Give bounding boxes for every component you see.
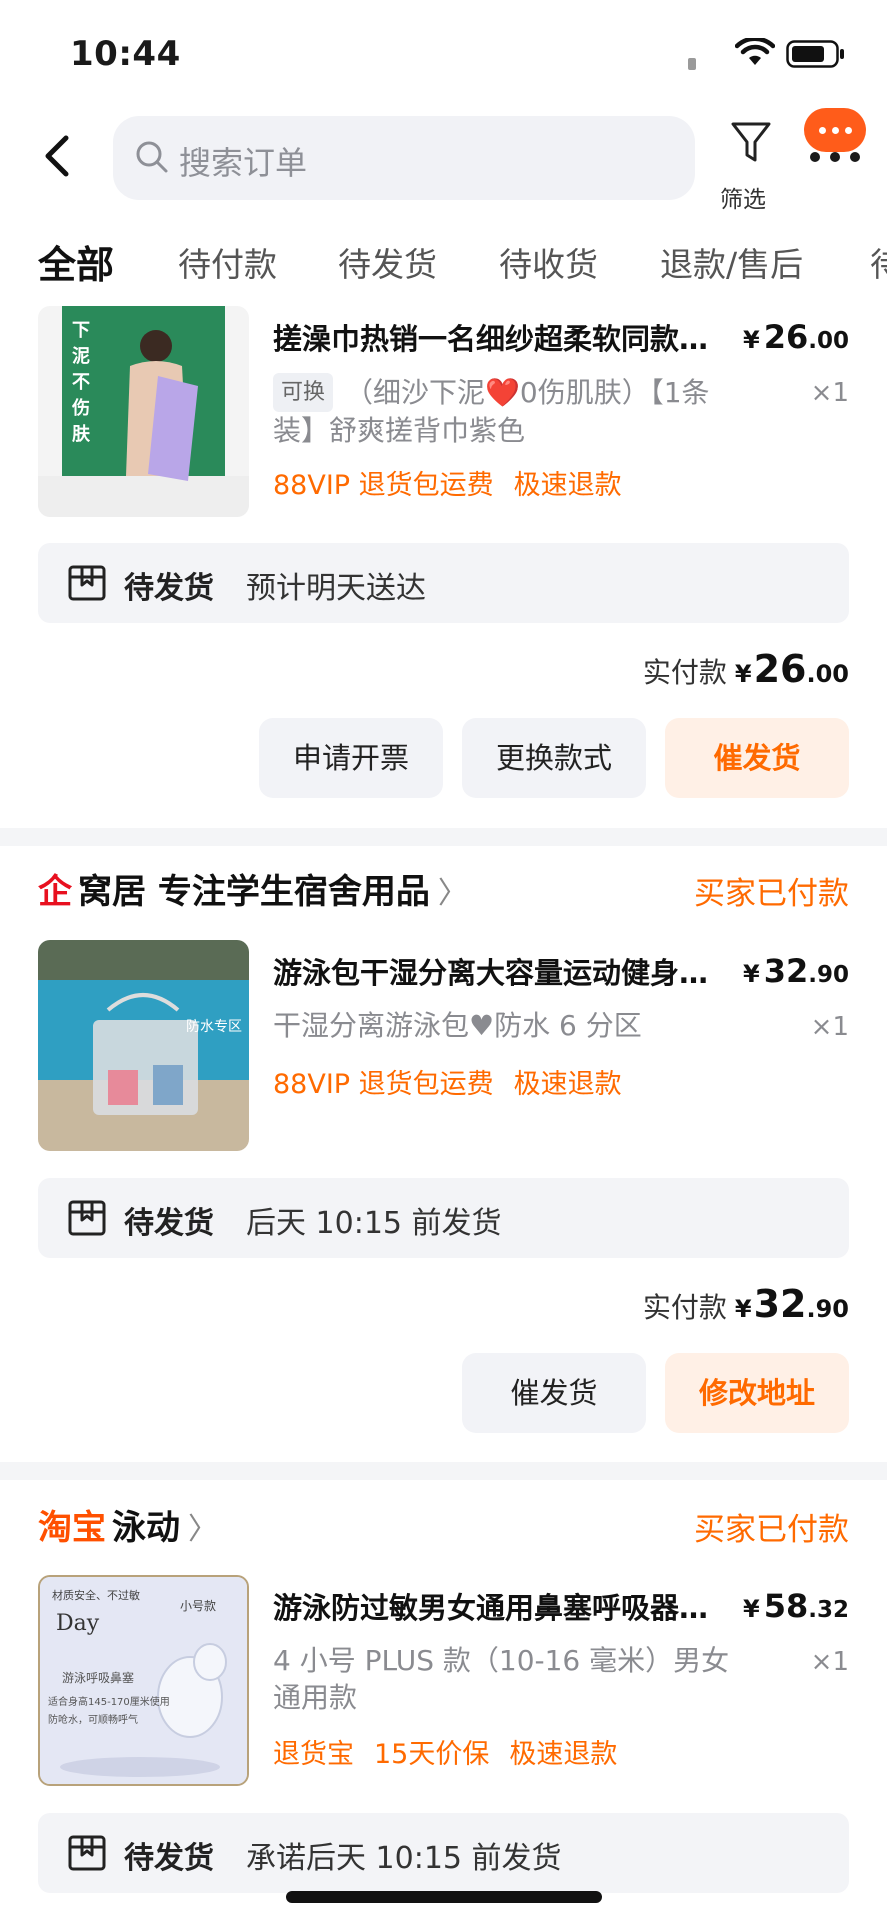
chevron-right-icon: 〉 bbox=[437, 876, 468, 911]
tag-price-protection: 15天价保 bbox=[374, 1739, 490, 1770]
amount-paid: 实付款 ¥26.00 bbox=[642, 647, 849, 691]
search-placeholder: 搜索订单 bbox=[179, 144, 308, 182]
service-tags: 88VIP 退货包运费 极速退款 bbox=[273, 1062, 642, 1101]
product-thumbnail[interactable]: 防水专区 bbox=[38, 940, 249, 1151]
product-title[interactable]: 游泳包干湿分离大容量运动健身收纳包 bbox=[273, 950, 723, 992]
tag-fast-refund: 极速退款 bbox=[513, 1069, 622, 1100]
order-divider bbox=[0, 828, 887, 846]
product-spec: 可换 （细沙下泥❤️0伤肌肤）【1条装】舒爽搓背巾紫色 bbox=[273, 373, 743, 449]
urge-shipment-button[interactable]: 催发货 bbox=[462, 1353, 646, 1433]
search-input[interactable]: 搜索订单 bbox=[113, 116, 695, 200]
tab-pending-shipment[interactable]: 待发货 bbox=[338, 238, 437, 286]
thumb-caption: 防水专区 bbox=[186, 1019, 242, 1035]
tab-all[interactable]: 全部 bbox=[38, 234, 114, 289]
tag-fast-refund: 极速退款 bbox=[513, 470, 622, 501]
ship-status: 待发货 bbox=[124, 1841, 214, 1876]
filter-button[interactable]: 筛选 bbox=[720, 120, 780, 213]
order-status: 买家已付款 bbox=[694, 1512, 849, 1548]
ship-desc: 承诺后天 10:15 前发货 bbox=[246, 1841, 562, 1876]
product-price: ¥26.00 bbox=[743, 318, 849, 356]
wifi-icon bbox=[735, 38, 775, 65]
tag-88vip-return: 88VIP 退货包运费 bbox=[273, 470, 494, 501]
shipping-status-bar[interactable]: 待发货 后天 10:15 前发货 bbox=[38, 1178, 849, 1258]
product-quantity: ×1 bbox=[810, 1647, 849, 1677]
shipping-status-bar[interactable]: 待发货 预计明天送达 bbox=[38, 543, 849, 623]
order-status: 买家已付款 bbox=[694, 876, 849, 912]
product-thumbnail[interactable]: 材质安全、不过敏 小号款 Day 游泳呼吸鼻塞 适合身高145-170厘米使用 … bbox=[38, 1575, 249, 1786]
modify-address-button[interactable]: 修改地址 bbox=[665, 1353, 849, 1433]
product-quantity: ×1 bbox=[810, 1012, 849, 1042]
request-invoice-button[interactable]: 申请开票 bbox=[259, 718, 443, 798]
ship-status: 待发货 bbox=[124, 1206, 214, 1241]
status-time: 10:44 bbox=[70, 34, 181, 74]
package-icon bbox=[68, 1200, 106, 1236]
battery-icon bbox=[786, 40, 844, 68]
thumb-line: 游泳呼吸鼻塞 bbox=[62, 1671, 135, 1685]
change-style-button[interactable]: 更换款式 bbox=[462, 718, 646, 798]
status-bar: 10:44 bbox=[0, 0, 887, 100]
shop-header[interactable]: 淘宝 泳动〉 买家已付款 bbox=[38, 1500, 849, 1550]
ship-status: 待发货 bbox=[124, 571, 214, 606]
tag-fast-refund: 极速退款 bbox=[509, 1739, 618, 1770]
message-bubble-icon bbox=[804, 108, 866, 152]
product-quantity: ×1 bbox=[810, 378, 849, 408]
shop-name[interactable]: 淘宝 泳动〉 bbox=[38, 1500, 218, 1549]
ship-desc: 预计明天送达 bbox=[246, 571, 426, 606]
shop-name[interactable]: 企窝居 专注学生宿舍用品〉 bbox=[38, 864, 468, 913]
thumb-line: 适合身高145-170厘米使用 bbox=[48, 1697, 170, 1708]
product-title[interactable]: 游泳防过敏男女通用鼻塞呼吸器鼻夹 bbox=[273, 1585, 723, 1627]
back-arrow-icon[interactable] bbox=[38, 132, 78, 180]
thumb-line: 防呛水，可顺畅呼气 bbox=[48, 1715, 138, 1726]
amount-paid: 实付款 ¥32.90 bbox=[642, 1282, 849, 1326]
search-icon bbox=[136, 141, 168, 173]
tab-overflow[interactable]: 待 bbox=[870, 238, 887, 286]
product-title[interactable]: 搓澡巾热销一名细纱超柔软同款磨砂搓泥神器 bbox=[273, 316, 723, 358]
urge-shipment-button[interactable]: 催发货 bbox=[665, 718, 849, 798]
messages-button[interactable] bbox=[800, 108, 872, 170]
cellular-signal-icon bbox=[688, 58, 696, 70]
package-icon bbox=[68, 1835, 106, 1871]
package-icon bbox=[68, 565, 106, 601]
thumb-caption: 下泥不伤肤 bbox=[72, 320, 90, 445]
product-thumbnail[interactable]: 下泥不伤肤 bbox=[38, 306, 249, 517]
search-header: 搜索订单 筛选 bbox=[0, 108, 887, 213]
tab-refund-aftersale[interactable]: 退款/售后 bbox=[660, 238, 803, 286]
filter-label: 筛选 bbox=[720, 187, 766, 213]
thumb-line: 材质安全、不过敏 bbox=[52, 1589, 140, 1602]
shop-header[interactable]: 企窝居 专注学生宿舍用品〉 买家已付款 bbox=[38, 864, 849, 914]
home-indicator[interactable] bbox=[286, 1891, 602, 1903]
thumb-line: Day bbox=[56, 1611, 100, 1636]
ship-desc: 后天 10:15 前发货 bbox=[246, 1206, 502, 1241]
service-tags: 退货宝 15天价保 极速退款 bbox=[273, 1732, 637, 1771]
chevron-right-icon: 〉 bbox=[188, 1512, 218, 1547]
taobao-logo: 淘宝 bbox=[38, 1508, 106, 1548]
filter-icon bbox=[731, 122, 771, 162]
product-image bbox=[38, 940, 249, 1151]
tab-pending-receipt[interactable]: 待收货 bbox=[499, 238, 598, 286]
enterprise-shop-icon: 企 bbox=[38, 872, 72, 912]
product-price: ¥32.90 bbox=[743, 952, 849, 990]
product-spec: 4 小号 PLUS 款（10-16 毫米）男女通用款 bbox=[273, 1644, 730, 1714]
order-tabs: 全部 待付款 待发货 待收货 退款/售后 待 bbox=[0, 232, 887, 292]
tab-pending-payment[interactable]: 待付款 bbox=[178, 238, 277, 286]
product-price: ¥58.32 bbox=[743, 1587, 849, 1625]
shipping-status-bar[interactable]: 待发货 承诺后天 10:15 前发货 bbox=[38, 1813, 849, 1893]
exchangeable-badge: 可换 bbox=[273, 373, 334, 412]
tag-88vip-return: 88VIP 退货包运费 bbox=[273, 1069, 494, 1100]
tag-return-insurance: 退货宝 bbox=[273, 1739, 354, 1770]
product-image bbox=[38, 306, 249, 517]
product-spec: 干湿分离游泳包♥防水 6 分区 bbox=[273, 1009, 642, 1042]
service-tags: 88VIP 退货包运费 极速退款 bbox=[273, 463, 642, 502]
order-divider bbox=[0, 1462, 887, 1480]
thumb-line: 小号款 bbox=[180, 1599, 217, 1613]
